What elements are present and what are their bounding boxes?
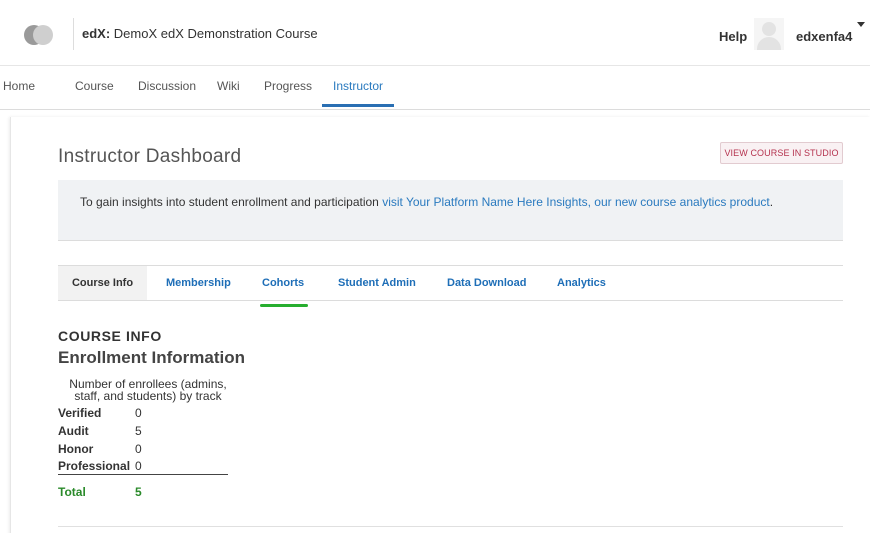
track-label: Audit (58, 424, 89, 438)
nav-active-indicator (322, 104, 394, 107)
enrollment-caption: Number of enrollees (admins, staff, and … (69, 377, 227, 403)
user-menu-caret-icon[interactable] (857, 22, 865, 27)
course-title: edX: DemoX edX Demonstration Course (82, 26, 318, 41)
cohorts-tab-underline (260, 304, 308, 307)
track-label: Professional (58, 459, 131, 473)
tab-student-admin[interactable]: Student Admin (338, 266, 416, 300)
insights-text-after: . (769, 195, 774, 209)
enrollment-total-divider (58, 474, 228, 475)
track-value: 0 (135, 442, 142, 456)
view-in-studio-button[interactable]: VIEW COURSE IN STUDIO (720, 142, 843, 164)
track-value: 5 (135, 424, 142, 438)
course-nav: Home Course Discussion Wiki Progress Ins… (0, 66, 870, 110)
username-link[interactable]: edxenfa4 (796, 29, 852, 44)
tab-data-download[interactable]: Data Download (447, 266, 526, 300)
section-heading: COURSE INFO (58, 328, 162, 344)
nav-tab-course[interactable]: Course (75, 79, 114, 93)
user-avatar[interactable] (754, 18, 784, 50)
help-link[interactable]: Help (719, 29, 747, 44)
nav-tab-progress[interactable]: Progress (264, 79, 312, 93)
total-value: 5 (135, 485, 142, 499)
tab-course-info[interactable]: Course Info (58, 266, 147, 300)
instructor-tabs: Course Info Membership Cohorts Student A… (58, 265, 843, 301)
section-divider (58, 526, 843, 527)
nav-tab-discussion[interactable]: Discussion (138, 79, 196, 93)
track-value: 0 (135, 459, 142, 473)
total-label: Total (58, 485, 86, 499)
nav-tab-wiki[interactable]: Wiki (217, 79, 240, 93)
insights-message: To gain insights into student enrollment… (80, 196, 800, 209)
page-title: Instructor Dashboard (58, 146, 242, 167)
tab-cohorts[interactable]: Cohorts (262, 266, 304, 300)
header-divider (73, 18, 74, 50)
track-value: 0 (135, 406, 142, 420)
tab-analytics[interactable]: Analytics (557, 266, 606, 300)
enrollment-heading: Enrollment Information (58, 348, 245, 367)
insights-link[interactable]: visit Your Platform Name Here Insights, … (382, 195, 770, 209)
insights-banner: To gain insights into student enrollment… (58, 180, 843, 241)
course-name: DemoX edX Demonstration Course (113, 26, 318, 41)
track-label: Honor (58, 442, 94, 456)
insights-text-before: To gain insights into student enrollment… (80, 195, 383, 209)
platform-logo[interactable] (24, 24, 54, 46)
nav-tab-home[interactable]: Home (3, 79, 35, 93)
nav-tab-instructor[interactable]: Instructor (333, 79, 383, 93)
track-label: Verified (58, 406, 102, 420)
course-org: edX: (82, 26, 111, 41)
tab-membership[interactable]: Membership (166, 266, 231, 300)
site-header: edX: DemoX edX Demonstration Course Help… (0, 0, 870, 66)
